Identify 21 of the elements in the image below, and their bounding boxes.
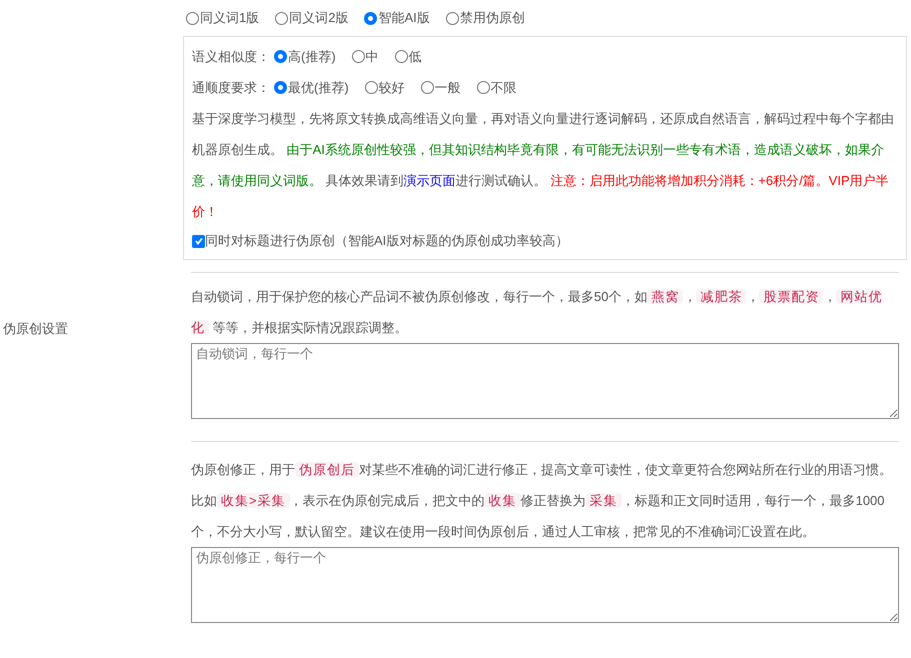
option-radio[interactable]: 较好 bbox=[364, 78, 405, 98]
corrections-field[interactable]: 伪原创修正，每行一个 bbox=[191, 546, 899, 622]
ai-description: 基于深度学习模型，先将原文转换成高维语义向量，再对语义向量进行逐词解码，还原成自然语言，解码过程中每个字都由机器原创生成。 由于AI系统原创性较强，但其知识结构毕竟有限，有可能无法识别一些专有术语，造成语义破坏，如果介意，请使用同义词版。 具体效果请到演示页面进行测试确认。 注意：启用此功能将增加积分消耗：+6积分/篇。VIP用户半价！ bbox=[192, 110, 895, 221]
option-radio[interactable]: 高(推荐) bbox=[274, 46, 336, 66]
corrections-description: 伪原创修正，用于 伪原创后 对某些不准确的词汇进行修正，提高文章可读性，使文章更符合您网站所在行业的用语习惯。比如 收集>采集 ，表示在伪原创完成后，把文中的 收集 修正替换为 采集 ，标题和正文同时适用，每行一个，最多1000个，不分大小写，默认留空。建议在使用一段时间伪原创后，通过人工审核，把常见的不准确词汇设置在此。 bbox=[191, 460, 893, 540]
option-label: 语义相似度： bbox=[192, 48, 270, 66]
option-radio[interactable]: 中 bbox=[352, 46, 379, 66]
demo-page-link[interactable]: 演示页面 bbox=[404, 173, 456, 188]
mode-radio[interactable]: 同义词1版 bbox=[186, 8, 260, 28]
title-option-checkbox[interactable]: 同时对标题进行伪原创（智能AI版对标题的伪原创成功率较高） bbox=[192, 227, 898, 255]
option-radio[interactable]: 不限 bbox=[476, 78, 517, 98]
lock-words-field[interactable]: 自动锁词，每行一个 bbox=[191, 343, 899, 419]
option-radio[interactable]: 一般 bbox=[420, 78, 461, 98]
mode-radio[interactable]: 同义词2版 bbox=[275, 8, 348, 28]
mode-radio[interactable]: 禁用伪原创 bbox=[446, 8, 525, 28]
option-radio[interactable]: 最优(推荐) bbox=[274, 78, 349, 98]
option-radio[interactable]: 低 bbox=[394, 46, 422, 66]
section-label: 伪原创设置 bbox=[3, 320, 68, 338]
lock-words-description: 自动锁词，用于保护您的核心产品词不被伪原创修改，每行一个，最多50个，如 燕窝 ， 减肥茶 ， 股票配资 ， 网站优化 等等，并根据实际情况跟踪调整。 bbox=[191, 288, 884, 337]
option-label: 通顺度要求： bbox=[192, 78, 270, 97]
mode-radio[interactable]: 智能AI版 bbox=[364, 8, 430, 28]
